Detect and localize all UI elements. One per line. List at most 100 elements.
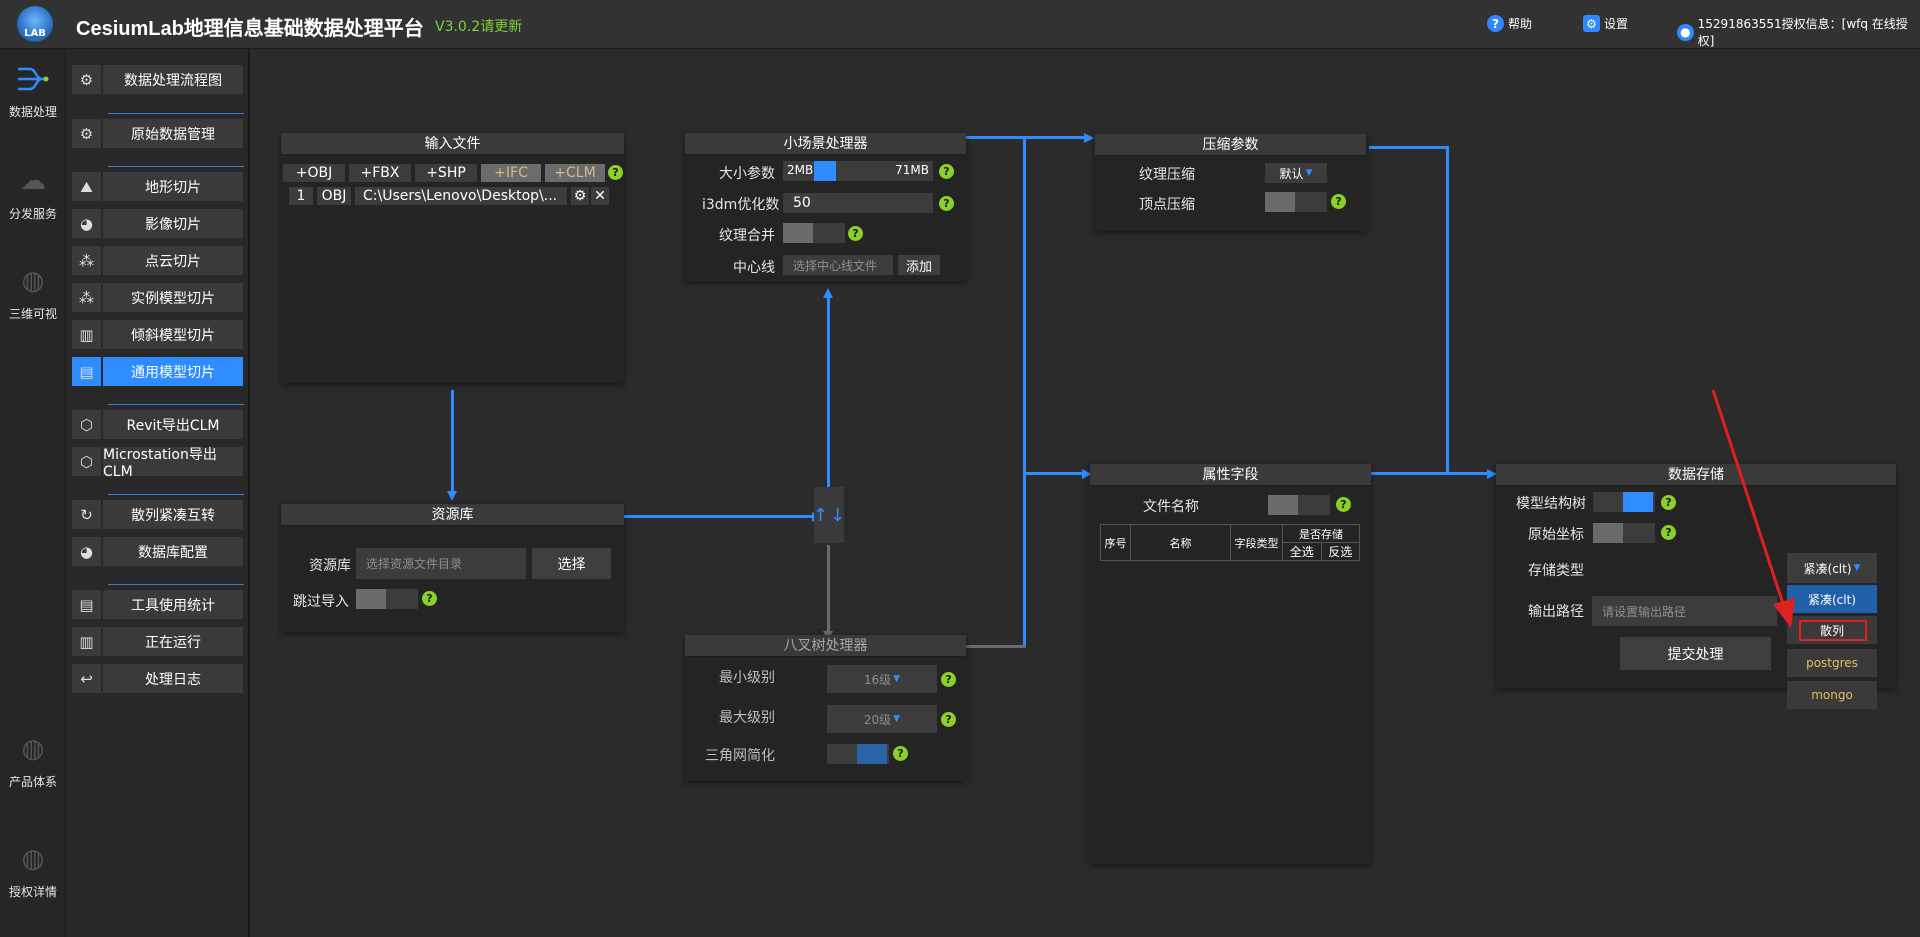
gear-icon: ⚙ bbox=[1583, 15, 1600, 32]
help-icon[interactable]: ? bbox=[939, 196, 954, 211]
option-mongo[interactable]: mongo bbox=[1787, 681, 1877, 709]
gear-icon[interactable]: ⚙ bbox=[571, 187, 589, 205]
close-icon[interactable]: ✕ bbox=[591, 187, 609, 205]
help-icon[interactable]: ? bbox=[608, 165, 623, 180]
help-icon[interactable]: ? bbox=[1661, 495, 1676, 510]
connector bbox=[966, 645, 1026, 648]
nav-data-processing[interactable]: 数据处理 bbox=[0, 61, 66, 120]
filename-toggle[interactable] bbox=[1268, 495, 1330, 515]
vertex-compress-toggle[interactable] bbox=[1265, 192, 1327, 212]
submit-button[interactable]: 提交处理 bbox=[1620, 637, 1771, 670]
help-icon: ? bbox=[1487, 15, 1504, 32]
storage-type-label: 存储类型 bbox=[1528, 563, 1584, 579]
menu-running[interactable]: ▥ 正在运行 bbox=[72, 627, 243, 656]
skip-import-toggle[interactable] bbox=[356, 589, 418, 609]
add-centerline-button[interactable]: 添加 bbox=[898, 255, 940, 275]
invert-selection-button[interactable]: 反选 bbox=[1320, 542, 1360, 561]
nav-3d-view[interactable]: ◍ 三维可视 bbox=[0, 263, 66, 322]
menu-database-config[interactable]: ◕ 数据库配置 bbox=[72, 537, 243, 566]
texture-compress-select[interactable]: 默认 ▼ bbox=[1265, 163, 1327, 183]
globe-icon: ◍ bbox=[21, 266, 45, 296]
help-icon[interactable]: ? bbox=[1336, 497, 1351, 512]
help-icon[interactable]: ? bbox=[422, 591, 437, 606]
menu-terrain[interactable]: ⛰ 地形切片 bbox=[72, 172, 243, 201]
nav-distribution[interactable]: ☁ 分发服务 bbox=[0, 163, 66, 222]
building-icon: ▤ bbox=[72, 357, 101, 386]
menu-generic-model[interactable]: ▤ 通用模型切片 bbox=[72, 357, 243, 386]
building-icon: ▥ bbox=[72, 320, 101, 349]
min-level-select[interactable]: 16级 ▼ bbox=[827, 665, 937, 693]
small-scene-panel: 小场景处理器 大小参数 2MB 71MB ? i3dm优化数 50 ? 纹理合并… bbox=[685, 133, 966, 281]
help-icon[interactable]: ? bbox=[1661, 525, 1676, 540]
user-info[interactable]: ● 15291863551授权信息：[wfq 在线授权] bbox=[1677, 15, 1920, 49]
menu-tool-stats[interactable]: ▤ 工具使用统计 bbox=[72, 590, 243, 619]
menu-process-log[interactable]: ↩ 处理日志 bbox=[72, 664, 243, 693]
add-shp-button[interactable]: +SHP bbox=[415, 164, 477, 182]
settings-link[interactable]: ⚙ 设置 bbox=[1583, 15, 1628, 32]
cesiumlab-logo: LAB bbox=[17, 6, 53, 42]
left-nav: 数据处理 ☁ 分发服务 ◍ 三维可视 ◍ 产品体系 ◍ 授权详情 bbox=[0, 49, 66, 937]
add-fbx-button[interactable]: +FBX bbox=[349, 164, 411, 182]
max-level-label: 最大级别 bbox=[719, 710, 775, 726]
slider-thumb[interactable] bbox=[814, 161, 836, 181]
input-file-panel: 输入文件 +OBJ +FBX +SHP +IFC +CLM ? 1 OBJ C:… bbox=[281, 133, 624, 383]
router-node[interactable]: ↑ ↓ bbox=[813, 487, 846, 543]
file-index: 1 bbox=[289, 187, 313, 205]
i3dm-label: i3dm优化数 bbox=[702, 197, 780, 213]
model-tree-toggle[interactable] bbox=[1593, 492, 1655, 512]
output-path-label: 输出路径 bbox=[1528, 604, 1584, 620]
vertex-compress-label: 顶点压缩 bbox=[1139, 197, 1195, 213]
simplify-toggle[interactable] bbox=[827, 744, 889, 764]
help-icon[interactable]: ? bbox=[893, 746, 908, 761]
add-obj-button[interactable]: +OBJ bbox=[283, 164, 345, 182]
size-label: 大小参数 bbox=[719, 166, 775, 182]
help-link[interactable]: ? 帮助 bbox=[1487, 15, 1532, 32]
add-clm-button[interactable]: +CLM bbox=[545, 164, 605, 182]
connector bbox=[1369, 472, 1489, 475]
help-icon[interactable]: ? bbox=[848, 226, 863, 241]
menu-hash-compact-convert[interactable]: ↻ 散列紧凑互转 bbox=[72, 500, 243, 529]
nav-license[interactable]: ◍ 授权详情 bbox=[0, 841, 66, 900]
nodes-icon: ⁂ bbox=[72, 283, 101, 312]
gear-icon: ⚙ bbox=[72, 119, 101, 148]
help-icon[interactable]: ? bbox=[939, 164, 954, 179]
option-postgres[interactable]: postgres bbox=[1787, 649, 1877, 677]
attribute-panel: 属性字段 文件名称 ? 序号 名称 字段类型 是否存储 全选 反选 bbox=[1090, 464, 1371, 864]
add-ifc-button[interactable]: +IFC bbox=[481, 164, 541, 182]
help-icon[interactable]: ? bbox=[941, 672, 956, 687]
select-button[interactable]: 选择 bbox=[532, 548, 611, 579]
connector bbox=[827, 296, 830, 490]
resource-dir-input[interactable]: 选择资源文件目录 bbox=[356, 548, 526, 579]
select-all-button[interactable]: 全选 bbox=[1282, 542, 1322, 561]
menu-microstation-export[interactable]: ⬡ Microstation导出CLM bbox=[72, 447, 243, 480]
refresh-icon: ↻ bbox=[72, 500, 101, 529]
max-level-select[interactable]: 20级 ▼ bbox=[827, 705, 937, 733]
texture-merge-toggle[interactable] bbox=[783, 223, 845, 243]
arrow-down-icon: ↓ bbox=[830, 504, 846, 526]
menu-imagery[interactable]: ◕ 影像切片 bbox=[72, 209, 243, 238]
menu-revit-export[interactable]: ⬡ Revit导出CLM bbox=[72, 410, 243, 439]
menu-pointcloud[interactable]: ⁂ 点云切片 bbox=[72, 246, 243, 275]
terrain-icon: ⛰ bbox=[72, 172, 101, 201]
help-icon[interactable]: ? bbox=[941, 712, 956, 727]
menu-raw-data[interactable]: ⚙ 原始数据管理 bbox=[72, 119, 243, 148]
centerline-label: 中心线 bbox=[733, 260, 775, 276]
menu-oblique-model[interactable]: ▥ 倾斜模型切片 bbox=[72, 320, 243, 349]
panel-title: 八叉树处理器 bbox=[685, 635, 966, 657]
i3dm-input[interactable]: 50 bbox=[783, 193, 933, 213]
menu-instance-model[interactable]: ⁂ 实例模型切片 bbox=[72, 283, 243, 312]
centerline-input[interactable]: 选择中心线文件 bbox=[783, 255, 893, 275]
menu-flowchart[interactable]: ⚙ 数据处理流程图 bbox=[72, 65, 243, 94]
help-icon[interactable]: ? bbox=[1331, 194, 1346, 209]
nav-products[interactable]: ◍ 产品体系 bbox=[0, 731, 66, 790]
size-slider[interactable]: 2MB 71MB bbox=[783, 161, 933, 181]
file-type: OBJ bbox=[317, 187, 351, 205]
resource-label: 资源库 bbox=[309, 558, 351, 574]
top-bar: LAB CesiumLab地理信息基础数据处理平台 V3.0.2请更新 ? 帮助 … bbox=[0, 0, 1920, 49]
min-level-label: 最小级别 bbox=[719, 670, 775, 686]
version-link[interactable]: V3.0.2请更新 bbox=[435, 16, 522, 36]
gear-icon: ⚙ bbox=[72, 65, 101, 94]
connector bbox=[966, 136, 1088, 139]
original-coord-toggle[interactable] bbox=[1593, 523, 1655, 543]
nodes-icon: ⁂ bbox=[72, 246, 101, 275]
